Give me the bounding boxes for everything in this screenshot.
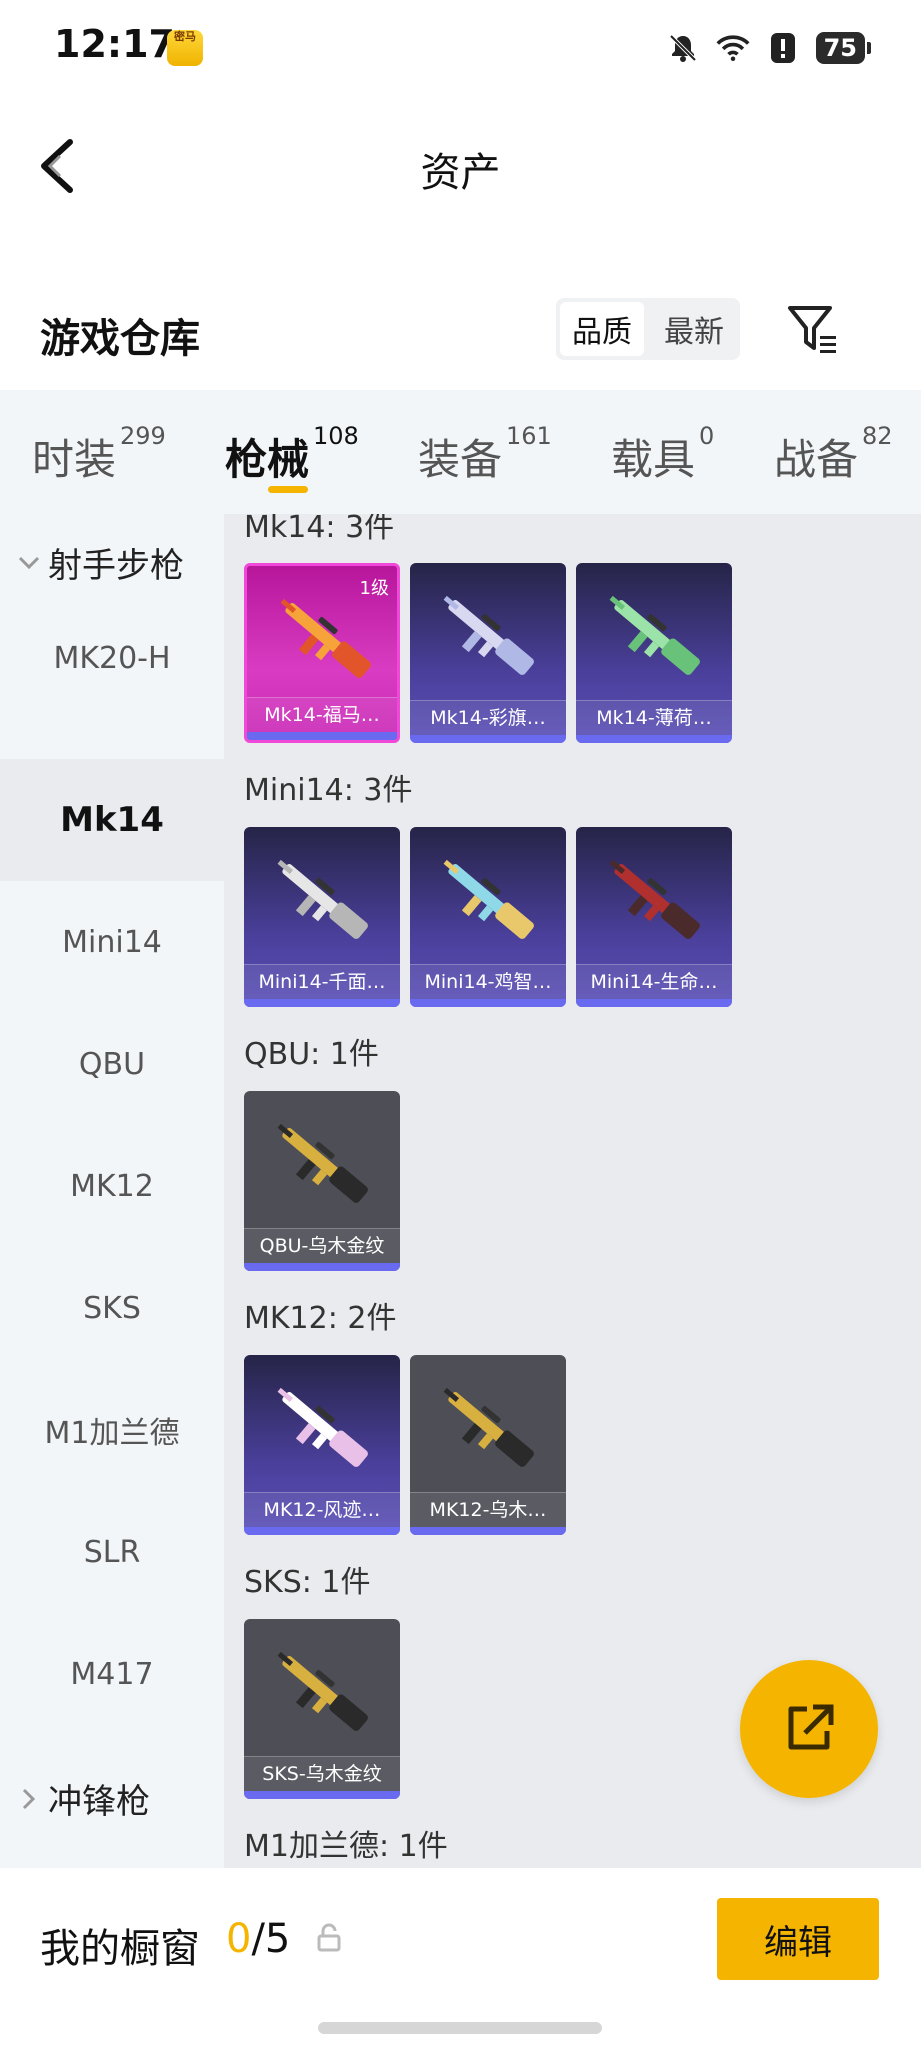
edit-button[interactable]: 编辑 (717, 1898, 879, 1980)
showcase-count: 0/5 (226, 1916, 291, 1962)
tab-fashion[interactable]: 时装 299 (32, 422, 166, 487)
group-label: Mk14: 3件 (244, 514, 395, 545)
weapon-card[interactable]: Mini14-生命… (576, 827, 732, 1007)
sidebar-group-marksman[interactable]: 射手步枪 (16, 538, 184, 587)
group-label: SKS: 1件 (244, 1565, 371, 1600)
filter-button[interactable] (786, 302, 840, 356)
weapon-card[interactable]: Mk14-薄荷… (576, 563, 732, 743)
group-label: Mini14: 3件 (244, 773, 413, 808)
group-label: M1加兰德: 1件 (244, 1829, 448, 1864)
tab-equipment[interactable]: 装备 161 (418, 422, 552, 487)
weapon-skin-icon (277, 1123, 368, 1203)
lock-icon (316, 1922, 342, 1954)
rarity-bar (410, 735, 566, 743)
sidebar-group-smg[interactable]: 冲锋枪 (16, 1774, 150, 1823)
showcase-title: 我的橱窗 (40, 1926, 200, 1972)
weapon-name: Mk14-彩旗… (410, 700, 566, 735)
sidebar-item-mini14[interactable]: Mini14 (0, 881, 224, 1003)
level-badge: 1级 (359, 578, 389, 599)
sort-quality-option[interactable]: 品质 (560, 302, 644, 356)
weapon-skin-icon (277, 859, 368, 939)
weapon-card[interactable]: QBU-乌木金纹 (244, 1091, 400, 1271)
chevron-right-icon (22, 1788, 36, 1809)
sort-toggle: 品质 最新 (556, 298, 740, 360)
share-button[interactable] (740, 1660, 878, 1798)
bell-muted-icon (666, 31, 700, 65)
sort-latest-option[interactable]: 最新 (652, 302, 736, 356)
weapon-skin-icon (443, 859, 534, 939)
weapon-name: QBU-乌木金纹 (244, 1228, 400, 1263)
weapon-name: Mini14-生命… (576, 964, 732, 999)
rarity-bar (244, 999, 400, 1007)
weapon-skin-icon (443, 595, 534, 675)
rarity-bar (244, 1263, 400, 1271)
alert-icon (766, 31, 800, 65)
category-tabs: 时装 299 枪械 108 装备 161 载具 0 战备 82 (0, 390, 921, 514)
wifi-icon (716, 31, 750, 65)
warehouse-header: 游戏仓库 品质 最新 (0, 282, 921, 382)
tab-supplies[interactable]: 战备 82 (774, 422, 893, 487)
rarity-bar (410, 999, 566, 1007)
sidebar-item-sks[interactable]: SKS (0, 1247, 224, 1369)
app-notification-icon: 密马 (167, 30, 203, 66)
weapon-card[interactable]: MK12-风迹… (244, 1355, 400, 1535)
weapon-skin-icon (277, 1387, 368, 1467)
tab-vehicles[interactable]: 载具 0 (611, 422, 714, 487)
group-label: QBU: 1件 (244, 1037, 379, 1072)
chevron-down-icon (18, 556, 40, 569)
sidebar-item-m417[interactable]: M417 (0, 1613, 224, 1735)
weapon-skin-icon (609, 595, 700, 675)
sidebar-item-slr[interactable]: SLR (0, 1491, 224, 1613)
rarity-bar (410, 1527, 566, 1535)
app-header: 资产 (0, 96, 921, 236)
rarity-bar (247, 732, 397, 740)
tab-firearms[interactable]: 枪械 108 (225, 422, 359, 487)
weapon-card[interactable]: SKS-乌木金纹 (244, 1619, 400, 1799)
weapon-name: SKS-乌木金纹 (244, 1756, 400, 1791)
weapon-name: MK12-乌木… (410, 1492, 566, 1527)
weapon-name: Mk14-薄荷… (576, 700, 732, 735)
rarity-bar (244, 1791, 400, 1799)
weapon-card[interactable]: Mk14-彩旗… (410, 563, 566, 743)
battery-icon: 75 (815, 32, 872, 64)
weapon-card[interactable]: Mini14-千面… (244, 827, 400, 1007)
sidebar-item-m1-garand[interactable]: M1加兰德 (0, 1369, 224, 1491)
weapon-name: Mini14-千面… (244, 964, 400, 999)
clock: 12:17 (54, 22, 175, 66)
weapon-card[interactable]: Mini14-鸡智… (410, 827, 566, 1007)
weapon-card[interactable]: 1级 Mk14-福马… (244, 563, 400, 743)
sidebar-item-mk20h[interactable]: MK20-H (0, 597, 224, 719)
page-title: 资产 (420, 150, 501, 196)
weapon-skin-icon (609, 859, 700, 939)
weapon-skin-icon (277, 1651, 368, 1731)
weapon-card[interactable]: MK12-乌木… (410, 1355, 566, 1535)
rarity-bar (576, 735, 732, 743)
status-bar: 12:17 密马 75 (0, 0, 921, 96)
weapon-skin-icon (443, 1387, 534, 1467)
weapon-name: Mini14-鸡智… (410, 964, 566, 999)
rarity-bar (244, 1527, 400, 1535)
filter-icon (788, 306, 836, 353)
group-label: MK12: 2件 (244, 1301, 397, 1336)
sidebar-item-mk12[interactable]: MK12 (0, 1125, 224, 1247)
sidebar-item-mk14[interactable]: Mk14 (0, 759, 224, 881)
active-tab-indicator (268, 486, 308, 493)
rarity-bar (576, 999, 732, 1007)
weapon-name: MK12-风迹… (244, 1492, 400, 1527)
home-indicator[interactable] (318, 2022, 602, 2034)
sidebar-item-qbu[interactable]: QBU (0, 1003, 224, 1125)
warehouse-title: 游戏仓库 (40, 316, 200, 362)
share-external-icon (788, 1704, 834, 1750)
weapon-name: Mk14-福马… (247, 697, 397, 732)
weapon-sidebar: 射手步枪 MK20-H Mk14 Mini14 QBU MK12 SKS M1加… (0, 514, 224, 1868)
